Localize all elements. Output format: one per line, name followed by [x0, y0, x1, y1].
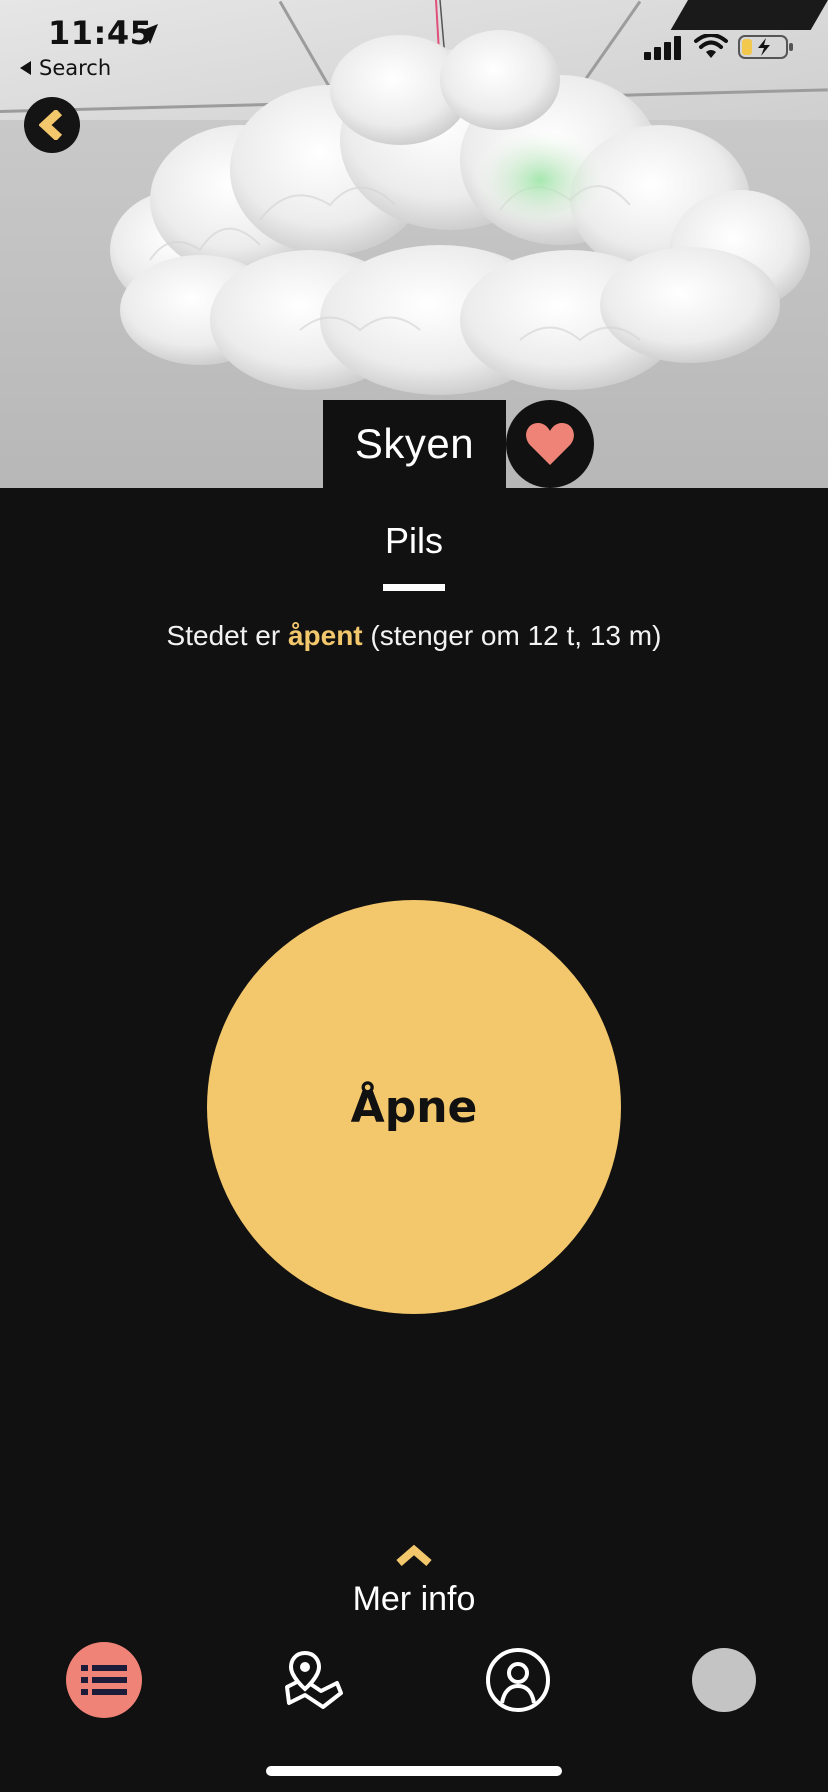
venue-screen: 11:45 Search Skyen Pils Stedet er åpent …: [0, 0, 828, 1792]
wifi-icon: [694, 34, 728, 58]
list-icon: [81, 1665, 127, 1695]
return-app-label: Search: [39, 56, 112, 80]
status-state: åpent: [287, 620, 363, 651]
map-pin-icon: [285, 1650, 343, 1709]
opening-status: Stedet er åpent (stenger om 12 t, 13 m): [0, 620, 828, 652]
location-arrow-icon: [138, 24, 158, 44]
tab-pils[interactable]: Pils: [364, 520, 464, 562]
venue-title: Skyen: [354, 420, 475, 467]
status-icons: [644, 34, 794, 60]
active-tab-indicator: [383, 584, 445, 591]
home-indicator[interactable]: [266, 1766, 562, 1776]
chevron-left-icon: [39, 110, 63, 140]
nav-map-button[interactable]: [274, 1642, 350, 1718]
nav-list-button[interactable]: [66, 1642, 142, 1718]
heart-icon: [526, 423, 574, 465]
status-suffix: (stenger om 12 t, 13 m): [362, 620, 662, 651]
venue-title-tab: Skyen: [323, 400, 506, 488]
more-info-button[interactable]: Mer info: [0, 1580, 828, 1619]
open-door-button[interactable]: Åpne: [207, 900, 621, 1314]
chevron-up-icon[interactable]: [396, 1544, 432, 1566]
back-triangle-icon: [20, 61, 31, 75]
nav-profile-button[interactable]: [480, 1642, 556, 1718]
nav-avatar-button[interactable]: [686, 1642, 762, 1718]
back-button[interactable]: [24, 97, 80, 153]
open-door-label: Åpne: [350, 1081, 478, 1133]
signal-icon: [644, 36, 681, 60]
return-to-app-link[interactable]: Search: [20, 56, 111, 80]
favorite-button[interactable]: [506, 400, 594, 488]
status-prefix: Stedet er: [166, 620, 288, 651]
avatar-icon: [692, 1648, 756, 1712]
profile-icon: [486, 1648, 550, 1712]
battery-icon: [738, 35, 793, 59]
